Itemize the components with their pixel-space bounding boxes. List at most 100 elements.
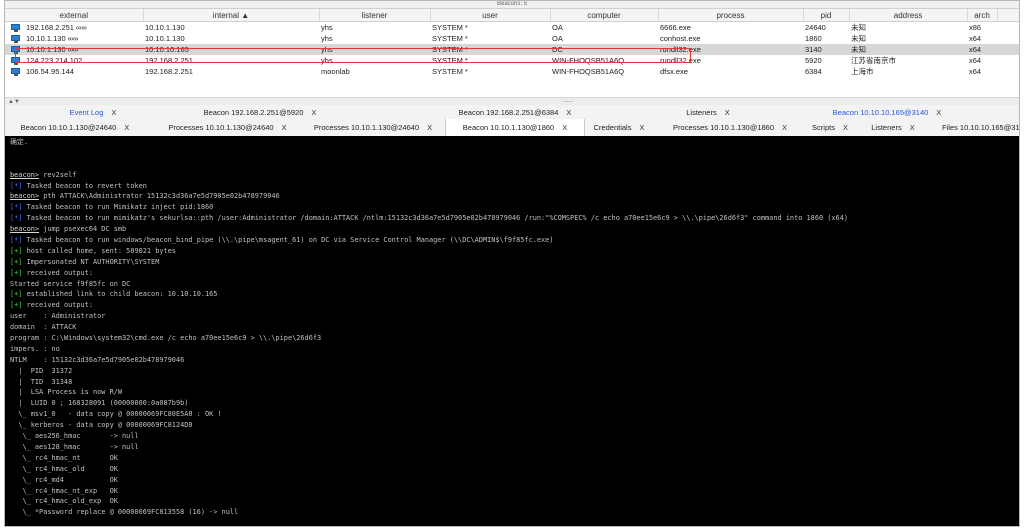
tab-files-10-10-10-165-3140[interactable]: Files 10.10.10.165@3140 <box>930 119 1019 136</box>
cell-text: x86 <box>969 23 982 32</box>
cell-external: 10.10.1.130 ∞∞ <box>5 33 143 44</box>
tab-label: Beacon 10.10.1.130@1860 <box>462 123 555 132</box>
console-line: [*] Tasked beacon to revert token <box>10 181 147 190</box>
cell-process: conhost.exe <box>658 33 803 44</box>
cell-text: 6666.exe <box>660 23 691 32</box>
console-line: \_ aes128_hmac -> null <box>10 442 139 451</box>
column-header-internal[interactable]: internal ▲ <box>143 9 320 22</box>
console-line: \_ rc4_md4 OK <box>10 475 118 484</box>
column-header-process[interactable]: process <box>658 9 804 22</box>
tab-close-icon[interactable]: X <box>124 123 129 132</box>
column-header-arch[interactable]: arch <box>967 9 998 22</box>
cell-text: moonlab <box>321 67 350 76</box>
tab-close-icon[interactable]: X <box>782 123 787 132</box>
tab-beacon-10-10-10-165-3140[interactable]: Beacon 10.10.10.165@3140 X <box>817 105 957 119</box>
tab-close-icon[interactable]: X <box>311 108 316 117</box>
tab-credentials[interactable]: Credentials X <box>583 119 655 136</box>
cell-text: 24640 <box>805 23 826 32</box>
console-line: \_ rc4_hmac_nt_exp OK <box>10 486 118 495</box>
tab-close-icon[interactable]: X <box>843 123 848 132</box>
cell-process: rundll32.exe <box>658 55 803 66</box>
cell-listener: yhs <box>319 55 430 66</box>
table-row[interactable]: 192.168.2.251 ∞∞ 10.10.1.130 yhs SYSTEM * OA… <box>5 22 1019 34</box>
console-line: \_ rc4_hmac_old OK <box>10 464 118 473</box>
console-status-prefix: [+] <box>10 257 23 266</box>
tab-beacon-192-168-2-251-5920[interactable]: Beacon 192.168.2.251@5920 X <box>180 105 340 119</box>
tab-close-icon[interactable]: X <box>111 108 116 117</box>
console-prompt: beacon> <box>10 192 40 201</box>
tab-processes-10-10-1-130-24640[interactable]: Processes 10.10.1.130@24640 X <box>303 119 443 136</box>
column-header-external[interactable]: external <box>5 9 144 22</box>
cell-text: x64 <box>969 56 982 65</box>
cell-text: 192.168.2.251 <box>145 67 193 76</box>
drag-grip-icon[interactable]: ..... <box>563 97 573 104</box>
tab-label: Processes 10.10.1.130@24640 <box>168 123 274 132</box>
console-line: program : C:\Windows\system32\cmd.exe /c… <box>10 334 322 343</box>
tab-close-icon[interactable]: X <box>566 108 571 117</box>
cell-address: 未知 <box>849 22 967 34</box>
cell-arch: x64 <box>967 55 997 66</box>
console-line: \_ msv1_0 - data copy @ 00000069FC80E5A0… <box>10 410 222 419</box>
console-line: \_ kerberos - data copy @ 00000069FC8124… <box>10 421 193 430</box>
console-status-prefix: [+] <box>10 246 23 255</box>
tab-beacon-10-10-1-130-1860[interactable]: Beacon 10.10.1.130@1860 X <box>445 119 585 136</box>
console-line: [+] established link to child beacon: 10… <box>10 290 218 299</box>
tab-listeners[interactable]: Listeners X <box>860 119 926 136</box>
cell-text: rundll32.exe <box>660 56 701 65</box>
console-line: [+] received output: <box>10 268 93 277</box>
column-header-computer[interactable]: computer <box>550 9 659 22</box>
console-status-prefix: [*] <box>10 236 23 245</box>
table-row[interactable]: 124.223.214.102 192.168.2.251 yhs SYSTEM * W… <box>5 55 1019 66</box>
table-row[interactable]: 10.10.1.130 ∞∞ 10.10.10.165 yhs SYSTEM * DC r… <box>5 44 1019 55</box>
cell-n <box>997 66 1019 77</box>
table-row[interactable]: 10.10.1.130 ∞∞ 10.10.1.130 yhs SYSTEM * OA co… <box>5 33 1019 44</box>
cell-text: 10.10.1.130 <box>145 34 185 43</box>
tab-scripts[interactable]: Scripts X <box>803 119 857 136</box>
tab-close-icon[interactable]: X <box>562 123 567 132</box>
console-line: 确定. <box>10 138 28 146</box>
tab-close-icon[interactable]: X <box>910 123 915 132</box>
console-status-prefix: [*] <box>10 214 23 223</box>
tab-close-icon[interactable]: X <box>936 108 941 117</box>
tab-close-icon[interactable]: X <box>725 108 730 117</box>
tab-processes-10-10-1-130-1860[interactable]: Processes 10.10.1.130@1860 X <box>660 119 800 136</box>
console-line: [+] host called home, sent: 589021 bytes <box>10 246 176 255</box>
tab-close-icon[interactable]: X <box>639 123 644 132</box>
cell-text: SYSTEM * <box>432 56 468 65</box>
tab-close-icon[interactable]: X <box>427 123 432 132</box>
console-line: | LSA Process is now R/W <box>10 388 123 397</box>
cell-pid: 5920 <box>803 55 849 66</box>
cell-text: OA <box>552 23 563 32</box>
tab-processes-10-10-1-130-24640[interactable]: Processes 10.10.1.130@24640 X <box>155 119 300 136</box>
cell-computer: WIN-FHOQSB51A6Q <box>550 55 658 66</box>
tab-listeners[interactable]: Listeners X <box>663 105 753 119</box>
column-header-listener[interactable]: listener <box>319 9 431 22</box>
column-header-address[interactable]: address <box>849 9 968 22</box>
tab-beacon-10-10-1-130-24640[interactable]: Beacon 10.10.1.130@24640 X <box>5 119 145 136</box>
tab-label: Scripts <box>812 123 835 132</box>
cell-text: DC <box>552 45 563 54</box>
beacon-console[interactable]: 确定. beacon> rev2self [*] Tasked beacon to … <box>5 136 1019 526</box>
tab-event-log[interactable]: Event Log X <box>23 105 163 119</box>
console-line: \_ aes256_hmac -> null <box>10 432 139 441</box>
column-header-n[interactable]: n <box>997 9 1019 22</box>
tab-close-icon[interactable]: X <box>282 123 287 132</box>
cell-user: SYSTEM * <box>430 66 550 77</box>
cell-text: 3140 <box>805 45 822 54</box>
column-header-user[interactable]: user <box>430 9 551 22</box>
cell-text: 106.54.95.144 <box>26 66 74 76</box>
beacon-monitor-icon <box>11 24 21 32</box>
tab-label: Beacon 10.10.1.130@24640 <box>20 123 117 132</box>
cell-text: 上海市 <box>851 67 874 76</box>
tab-beacon-192-168-2-251-6384[interactable]: Beacon 192.168.2.251@6384 X <box>435 105 595 119</box>
cell-internal: 10.10.1.130 <box>143 22 319 34</box>
cell-listener: yhs <box>319 44 430 55</box>
console-status-prefix: [+] <box>10 290 23 299</box>
console-line: [*] Tasked beacon to run Mimikatz inject… <box>10 203 214 212</box>
console-line: [*] Tasked beacon to run mimikatz's seku… <box>10 214 849 223</box>
table-row[interactable]: 106.54.95.144 192.168.2.251 moonlab SYSTEM … <box>5 66 1019 77</box>
column-header-pid[interactable]: pid <box>803 9 850 22</box>
console-line: domain : ATTACK <box>10 323 77 332</box>
tab-label: Beacon 192.168.2.251@6384 <box>458 107 559 117</box>
